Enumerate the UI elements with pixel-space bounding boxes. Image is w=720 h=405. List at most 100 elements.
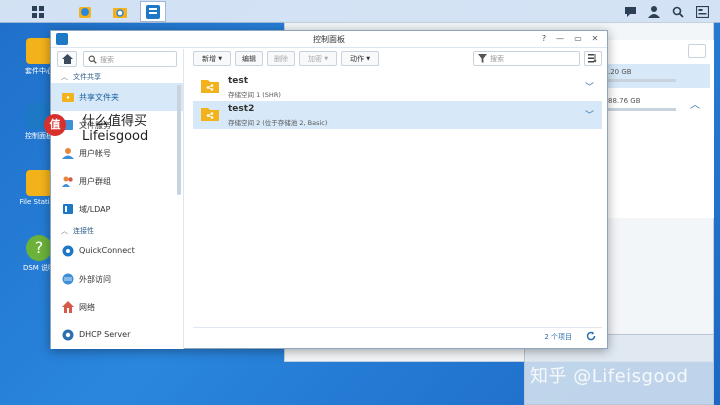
taskbar-file-station[interactable] [107,1,133,22]
filter-search-input[interactable]: 搜索 [473,51,580,66]
sidebar-item-dhcp-server[interactable]: DHCP Server [51,321,183,349]
button-label: 新增 [201,54,216,63]
minimize-icon: — [556,34,564,43]
caret-down-icon: ▼ [218,55,223,62]
caret-down-icon: ▼ [324,55,329,62]
section-connectivity[interactable]: ︿ 连接性 [51,223,183,237]
chevron-up-icon: ︿ [61,73,68,81]
close-button[interactable]: ✕ [588,33,602,45]
maximize-button[interactable]: ▭ [571,33,585,45]
usage-bar [608,108,676,111]
section-label: 文件共享 [73,73,101,81]
user-icon [648,6,660,18]
edit-button[interactable]: 编辑 [235,51,263,66]
logo-char: 值 [49,118,61,131]
chat-icon [624,7,636,17]
sidebar-item-label: 域/LDAP [79,205,111,214]
help-icon: ? [541,34,547,43]
file-station-icon [113,7,127,18]
storage-size: .20 GB [608,68,632,76]
notifications-button[interactable] [620,2,640,21]
chevron-down-icon[interactable]: ﹀ [585,80,594,93]
folder-name: test [228,76,249,86]
delete-button[interactable]: 删除 [267,51,295,66]
sidebar-item-label: 共享文件夹 [79,93,119,102]
main-menu-button[interactable] [25,1,51,22]
sort-button[interactable] [584,51,602,66]
sidebar-item-label: 用户群组 [79,177,111,186]
user-button[interactable] [644,2,664,21]
sidebar-item-network[interactable]: 网络 [51,293,183,321]
home-button[interactable] [57,51,77,67]
taskbar-package-center[interactable] [72,1,98,22]
sidebar-item-domain-ldap[interactable]: 域/LDAP [51,195,183,223]
sidebar-item-label: 外部访问 [79,275,111,284]
chevron-down-icon[interactable]: ﹀ [585,108,594,121]
folder-name: test2 [228,104,255,114]
caret-down-icon: ▼ [366,55,371,62]
list-item[interactable]: test 存储空间 1 (SHR) ﹀ [193,73,602,101]
group-icon [62,176,73,187]
refresh-icon[interactable] [586,331,596,341]
sidebar-item-label: QuickConnect [79,246,135,255]
watermark-logo: 值 [44,114,66,136]
sidebar-item-external-access[interactable]: 外部访问 [51,265,183,293]
taskbar [0,0,720,23]
section-file-sharing[interactable]: ︿ 文件共享 [51,69,183,83]
sidebar-item-label: 网络 [79,303,95,312]
button-label: 动作 [349,54,364,63]
search-icon [88,55,97,64]
search-placeholder: 搜索 [100,56,114,64]
sidebar-search-input[interactable]: 搜索 [83,51,177,67]
folder-description: 存储空间 1 (SHR) [228,91,281,99]
close-icon: ✕ [591,34,599,43]
widgets-button[interactable] [692,2,712,21]
sidebar-item-quickconnect[interactable]: QuickConnect [51,237,183,265]
domain-icon [63,204,73,214]
chevron-up-icon[interactable]: ︿ [690,96,700,111]
window-title: 控制面板 [313,35,345,44]
help-icon: ? [26,235,52,261]
action-button[interactable]: 动作 ▼ [341,51,379,66]
search-button[interactable] [668,2,688,21]
window-titlebar[interactable]: 控制面板 ? — ▭ ✕ [51,31,607,48]
quickconnect-icon [62,245,74,257]
sort-icon [688,44,706,58]
control-panel-icon [146,4,160,19]
sidebar-item-shared-folder[interactable]: 共享文件夹 [51,83,183,111]
create-button[interactable]: 新增 ▼ [193,51,231,66]
sidebar-item-label: DHCP Server [79,330,131,339]
maximize-icon: ▭ [574,34,582,43]
home-icon [61,54,73,64]
package-center-icon [79,6,91,18]
button-label: 编辑 [242,54,256,63]
filter-icon [478,54,487,63]
item-count: 2 个项目 [544,333,572,341]
help-button[interactable]: ? [537,33,551,45]
main-content: 新增 ▼ 编辑 删除 加密 ▼ 动作 ▼ 搜索 test 存储空间 1 (SHR… [185,49,608,349]
overlay-line: 什么值得买 [82,114,148,129]
globe-icon [62,273,74,285]
button-label: 删除 [274,54,288,63]
file-station-icon [26,170,52,196]
taskbar-control-panel[interactable] [140,1,166,22]
sidebar-item-group[interactable]: 用户群组 [51,167,183,195]
package-center-icon [26,38,52,64]
sort-icon [588,54,597,63]
storage-size: 88.76 GB [608,97,641,105]
list-item[interactable]: test2 存储空间 2 (位于存储池 2, Basic) ﹀ [193,101,602,129]
dhcp-icon [62,329,74,341]
minimize-button[interactable]: — [553,33,567,45]
watermark-overlay: 什么值得买 Lifeisgood [82,114,148,144]
sidebar-item-label: 用户帐号 [79,149,111,158]
usage-bar [608,79,676,82]
toolbar: 新增 ▼ 编辑 删除 加密 ▼ 动作 ▼ 搜索 [185,49,608,69]
encrypt-button[interactable]: 加密 ▼ [299,51,337,66]
user-icon [62,148,74,159]
section-label: 连接性 [73,227,94,235]
widget-icon [695,5,709,18]
chevron-up-icon: ︿ [61,227,68,235]
sidebar-scrollbar[interactable] [177,85,181,195]
folder-description: 存储空间 2 (位于存储池 2, Basic) [228,119,328,127]
filter-placeholder: 搜索 [490,55,504,63]
